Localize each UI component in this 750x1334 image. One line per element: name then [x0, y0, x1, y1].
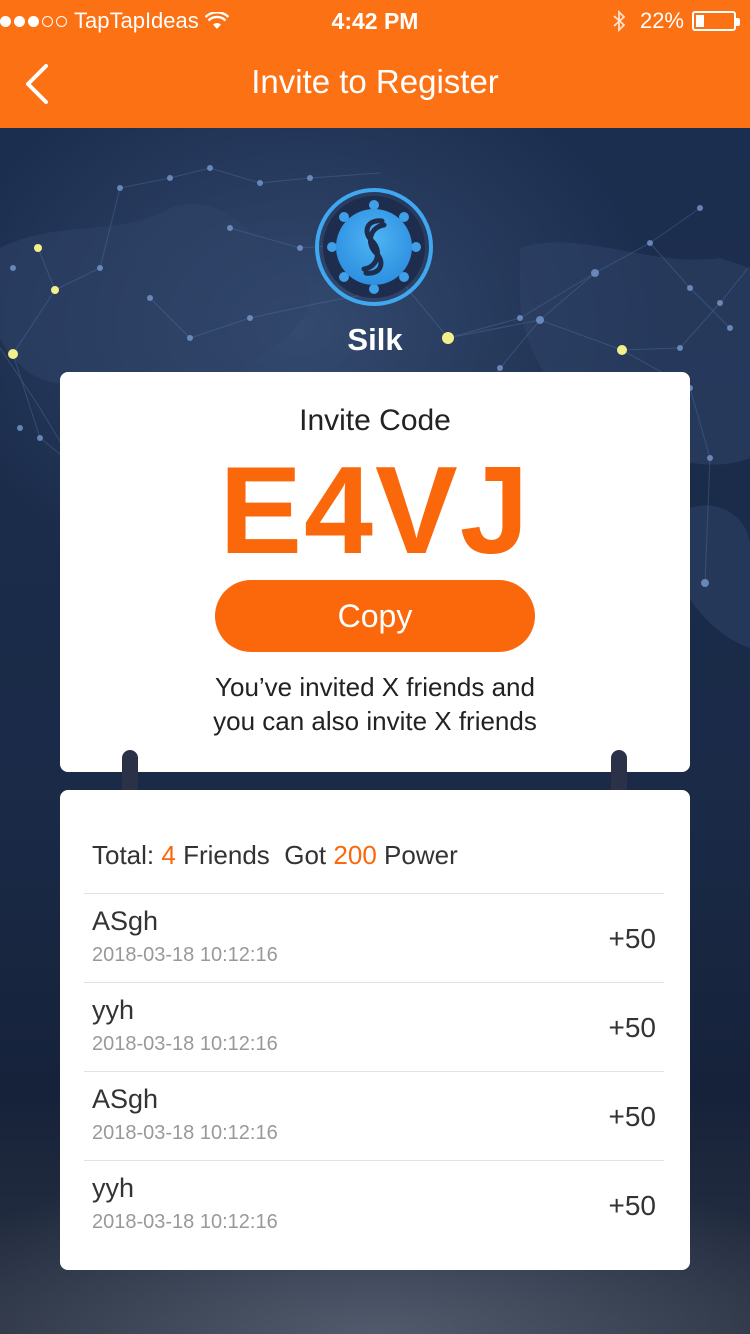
- friend-name: ASgh: [92, 1084, 159, 1114]
- invite-code-label: Invite Code: [299, 404, 451, 437]
- friends-card: Total: 4 Friends Got 200 Power ASgh 2018…: [60, 790, 690, 1270]
- summary-got-label: Got: [284, 840, 327, 870]
- friend-points: +50: [608, 1101, 657, 1132]
- friend-name: yyh: [92, 995, 135, 1025]
- invite-code: E4VJ: [219, 442, 531, 580]
- list-item: ASgh 2018-03-18 10:12:16 +50: [84, 893, 664, 982]
- summary-power-count: 200: [333, 840, 377, 870]
- header: TapTapIdeas 4:42 PM 22% Invite to Regist…: [0, 0, 750, 128]
- friend-date: 2018-03-18 10:12:16: [92, 1033, 278, 1055]
- battery-fill: [696, 15, 704, 27]
- invite-note-line1: You’ve invited X friends and: [215, 672, 535, 702]
- summary-power-label: Power: [384, 840, 458, 870]
- list-item: yyh 2018-03-18 10:12:16 +50: [84, 1160, 664, 1249]
- silk-logo-icon: [314, 187, 434, 307]
- summary-total-count: 4: [161, 840, 176, 870]
- summary-friends-label: Friends: [183, 840, 270, 870]
- battery-icon: [692, 11, 740, 31]
- battery-percent: 22%: [639, 8, 684, 33]
- list-item: ASgh 2018-03-18 10:12:16 +50: [84, 1071, 664, 1160]
- status-right: 22%: [612, 8, 740, 34]
- list-item: yyh 2018-03-18 10:12:16 +50: [84, 982, 664, 1071]
- friend-date: 2018-03-18 10:12:16: [92, 1211, 278, 1233]
- status-bar: TapTapIdeas 4:42 PM 22%: [0, 0, 750, 40]
- invite-note-line2: you can also invite X friends: [213, 706, 537, 736]
- app-name: Silk: [347, 322, 403, 357]
- friend-points: +50: [608, 1190, 657, 1221]
- summary: Total: 4 Friends Got 200 Power: [92, 840, 458, 871]
- friends-list: ASgh 2018-03-18 10:12:16 +50 yyh 2018-03…: [84, 893, 664, 1249]
- invite-note: You’ve invited X friends and you can als…: [60, 670, 690, 738]
- invite-card: Invite Code E4VJ Copy You’ve invited X f…: [60, 372, 690, 772]
- friend-points: +50: [608, 923, 657, 954]
- friend-date: 2018-03-18 10:12:16: [92, 944, 278, 966]
- bluetooth-icon: [613, 10, 626, 32]
- summary-total-prefix: Total:: [92, 840, 155, 870]
- page-title: Invite to Register: [251, 63, 499, 100]
- copy-button[interactable]: Copy: [215, 580, 535, 652]
- friend-points: +50: [608, 1012, 657, 1043]
- friend-name: ASgh: [92, 906, 159, 936]
- friend-name: yyh: [92, 1173, 135, 1203]
- friend-date: 2018-03-18 10:12:16: [92, 1122, 278, 1144]
